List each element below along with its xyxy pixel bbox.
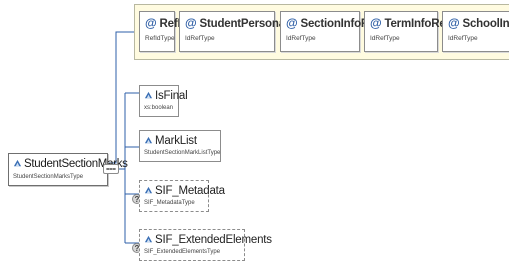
attribute-sectioninforefid[interactable]: @ SectionInfoRefId IdRefType (280, 11, 389, 52)
element-marklist[interactable]: MarkList StudentSectionMarkListType (139, 130, 221, 162)
attribute-terminforefid[interactable]: @ TermInfoRefId IdRefType (364, 11, 459, 52)
at-sign-icon: @ (145, 16, 157, 30)
element-type: SIF_ExtendedElementsType (144, 249, 221, 255)
element-type: SIF_MetadataType (144, 200, 195, 206)
attribute-type: RefIdType (145, 35, 175, 42)
element-name: SIF_ExtendedElements (155, 234, 272, 246)
element-type: StudentSectionMarkListType (144, 150, 221, 156)
element-icon (144, 235, 153, 243)
element-icon (144, 186, 153, 194)
attribute-type: IdRefType (286, 35, 316, 42)
attribute-group: @ RefId RefIdType @ StudentPersonalRefId I… (134, 4, 509, 60)
element-name: SIF_Metadata (155, 185, 225, 197)
attribute-connector (108, 31, 134, 164)
at-sign-icon: @ (185, 16, 197, 30)
element-sif-extendedelements[interactable]: SIF_ExtendedElements SIF_ExtendedElement… (139, 229, 272, 261)
attribute-refid[interactable]: @ RefId RefIdType (139, 11, 187, 52)
at-sign-icon: @ (286, 16, 298, 30)
at-sign-icon: @ (370, 16, 382, 30)
attribute-name: SchoolInfoRefId (462, 18, 509, 30)
element-sif-metadata[interactable]: SIF_Metadata SIF_MetadataType (139, 180, 225, 212)
sequence-compositor (103, 164, 119, 174)
element-icon (144, 136, 153, 144)
element-type: xs:boolean (144, 105, 174, 111)
element-icon (144, 91, 153, 99)
element-name: IsFinal (155, 90, 188, 102)
attribute-schoolinforefid[interactable]: @SchoolInfoRefId IdRefType (442, 11, 509, 52)
element-icon (13, 159, 22, 167)
attribute-studentpersonalrefid[interactable]: @ StudentPersonalRefId IdRefType (179, 11, 316, 52)
sequence-icon (106, 168, 116, 170)
root-element-type: StudentSectionMarksType (13, 174, 84, 180)
attribute-type: IdRefType (370, 35, 400, 42)
attribute-type: IdRefType (448, 35, 478, 42)
schema-diagram: StudentSectionMarks StudentSectionMarksT… (0, 0, 509, 268)
at-sign-icon: @ (448, 16, 460, 30)
attribute-type: IdRefType (185, 35, 215, 42)
element-name: MarkList (155, 135, 197, 147)
root-element[interactable]: StudentSectionMarks StudentSectionMarksT… (8, 153, 128, 186)
element-isfinal[interactable]: IsFinal xs:boolean (139, 85, 188, 117)
